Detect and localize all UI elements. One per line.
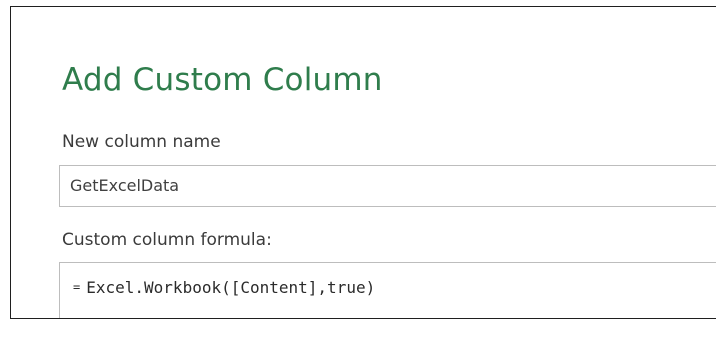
add-custom-column-dialog: Add Custom Column New column name GetExc…	[10, 6, 716, 319]
new-column-name-value: GetExcelData	[70, 176, 180, 195]
custom-column-formula-editor[interactable]: = Excel.Workbook([Content],true)	[59, 262, 716, 318]
new-column-name-input[interactable]: GetExcelData	[59, 165, 716, 207]
formula-equals-sign: =	[73, 280, 81, 294]
new-column-name-label: New column name	[62, 132, 221, 152]
formula-expression: Excel.Workbook([Content],true)	[86, 278, 376, 297]
formula-line: = Excel.Workbook([Content],true)	[73, 277, 375, 298]
dialog-title: Add Custom Column	[62, 62, 383, 98]
custom-column-formula-label: Custom column formula:	[62, 230, 272, 250]
